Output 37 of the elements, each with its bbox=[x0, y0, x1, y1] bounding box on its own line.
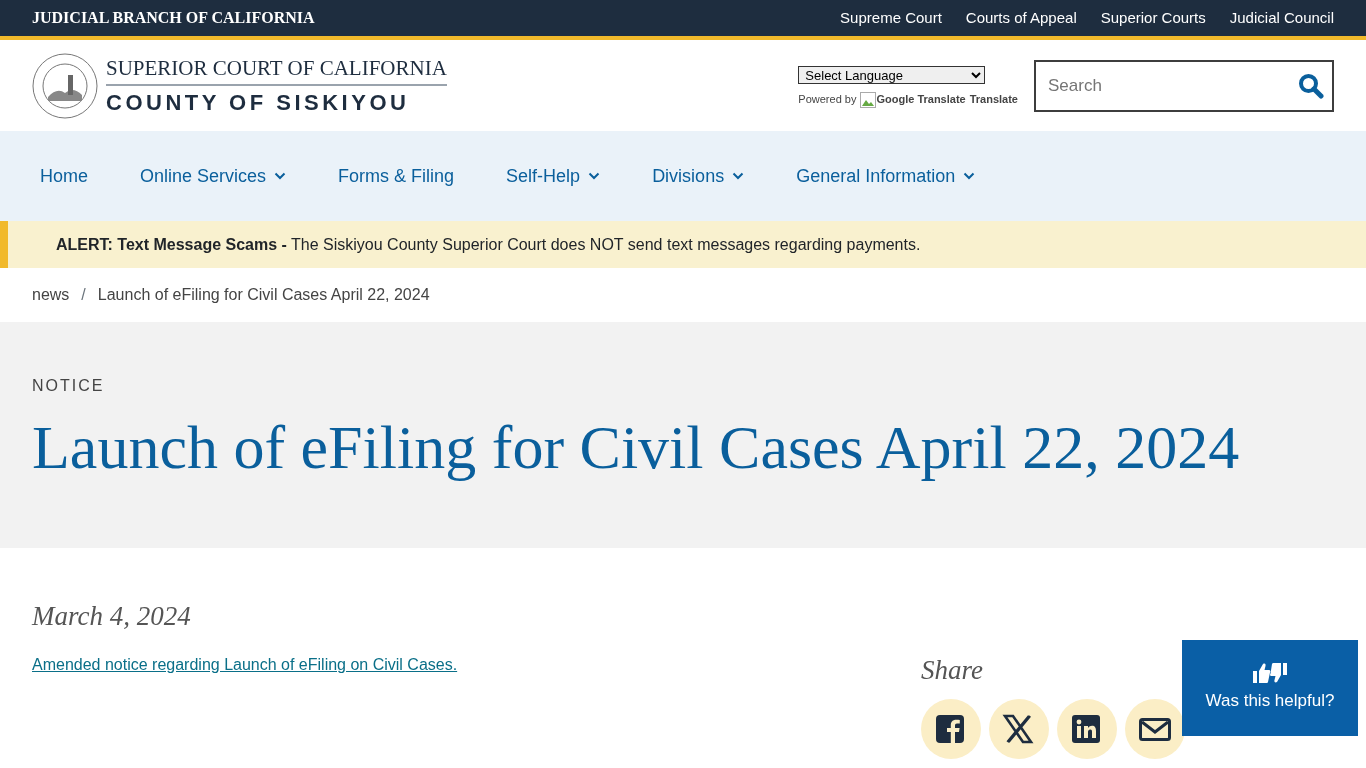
court-name: SUPERIOR COURT OF CALIFORNIA bbox=[106, 57, 447, 86]
top-nav-link[interactable]: Courts of Appeal bbox=[965, 6, 1077, 30]
breadcrumb-current: Launch of eFiling for Civil Cases April 22, 2024 bbox=[97, 285, 430, 305]
feedback-button[interactable]: Was this helpful? bbox=[1182, 640, 1358, 736]
chevron-down-icon[interactable] bbox=[963, 172, 976, 180]
article-date: March 4, 2024 bbox=[32, 600, 192, 633]
translate-image-alt: Google Translate bbox=[876, 92, 966, 108]
chevron-down-icon[interactable] bbox=[588, 172, 601, 180]
broken-image-icon bbox=[860, 91, 877, 108]
nav-link[interactable]: Online Services bbox=[140, 162, 287, 190]
nav-link[interactable]: Forms & Filing bbox=[338, 162, 455, 190]
x-icon bbox=[1002, 712, 1036, 745]
notice-label: NOTICE bbox=[32, 376, 106, 396]
share-heading: Share bbox=[921, 654, 983, 687]
top-nav-link[interactable]: Superior Courts bbox=[1100, 6, 1206, 30]
nav-link[interactable]: Self-Help bbox=[506, 162, 601, 190]
nav-link[interactable]: Home bbox=[40, 162, 88, 190]
nav-link[interactable]: General Information bbox=[796, 162, 976, 190]
thumbs-up-down-icon bbox=[1251, 662, 1289, 685]
breadcrumb-separator: / bbox=[81, 285, 86, 305]
site-brand[interactable]: JUDICIAL BRANCH OF CALIFORNIA bbox=[32, 6, 315, 30]
top-nav-link[interactable]: Supreme Court bbox=[840, 6, 942, 30]
chevron-down-icon[interactable] bbox=[274, 172, 287, 180]
breadcrumb-link[interactable]: news bbox=[32, 283, 70, 307]
notice-link[interactable]: Amended notice regarding Launch of eFiling on Civil Cases. bbox=[32, 652, 458, 677]
powered-by-text: Powered by bbox=[798, 92, 857, 108]
top-nav-link[interactable]: Judicial Council bbox=[1229, 6, 1334, 30]
search-icon[interactable] bbox=[1298, 72, 1324, 99]
chevron-down-icon[interactable] bbox=[732, 172, 745, 180]
language-select[interactable]: Select Language bbox=[798, 66, 986, 85]
seal-icon bbox=[32, 52, 98, 119]
translate-link[interactable]: Translate bbox=[969, 91, 1018, 108]
county-name: COUNTY OF SISKIYOU bbox=[106, 88, 411, 114]
page-title: Launch of eFiling for Civil Cases April 22, 2024 bbox=[32, 412, 1241, 483]
search-field[interactable]: Search bbox=[1034, 59, 1334, 112]
nav-link[interactable]: Divisions bbox=[652, 162, 745, 190]
alert-message: ALERT: Text Message Scams - The Siskiyou County Superior Court does NOT send text messages regarding payments. bbox=[56, 234, 921, 255]
